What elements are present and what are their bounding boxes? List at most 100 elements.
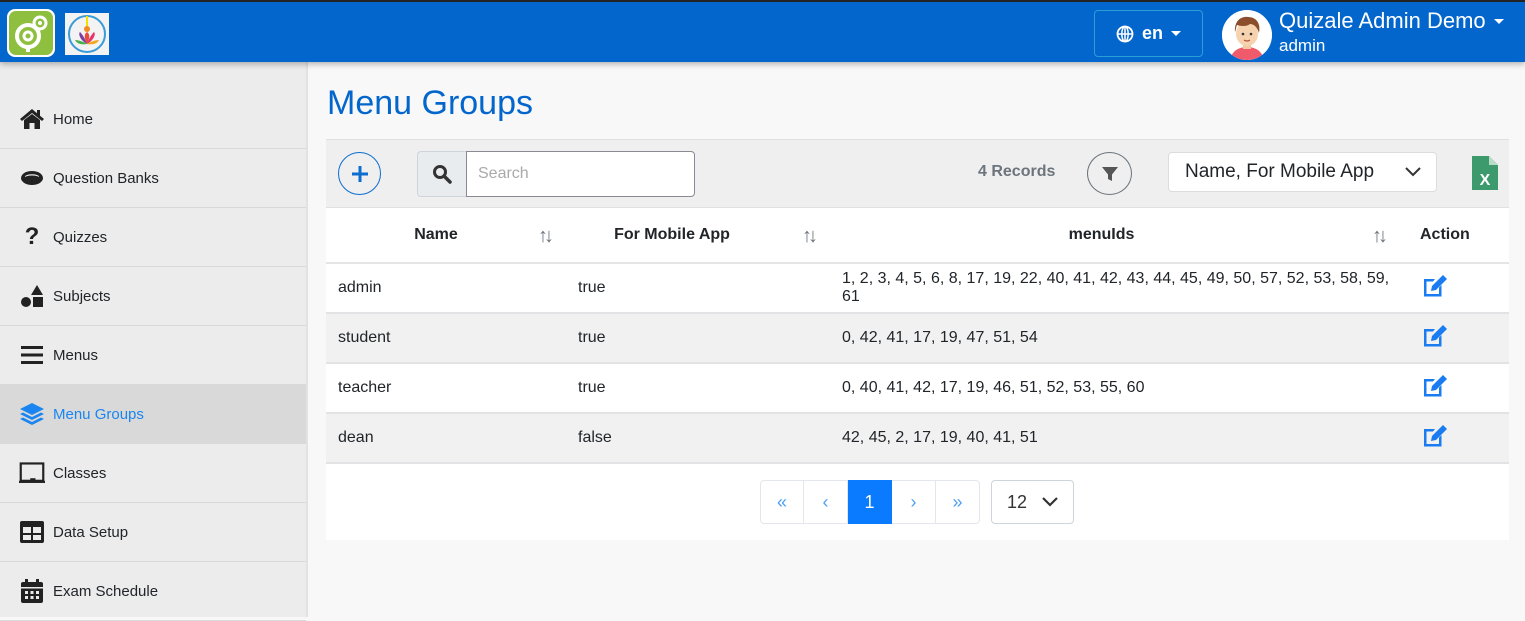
chalkboard-icon	[19, 460, 45, 486]
sort-icon[interactable]: ↑↓	[802, 225, 818, 248]
sidebar: Home Question Banks ? Quizzes Subjects M…	[0, 62, 308, 621]
app-logo[interactable]	[7, 9, 55, 57]
shapes-icon	[19, 283, 45, 309]
sort-icon[interactable]: ↑↓	[538, 225, 554, 248]
language-dropdown[interactable]: en	[1094, 10, 1203, 57]
sidebar-item-label: Data Setup	[53, 523, 129, 541]
excel-icon: X	[1472, 156, 1498, 190]
chevron-down-icon	[1042, 497, 1058, 507]
sidebar-item-label: Menu Groups	[53, 405, 144, 423]
sidebar-item-menu-groups[interactable]: Menu Groups	[0, 385, 306, 444]
next-page-button[interactable]: ›	[892, 480, 936, 524]
cell-menuids: 0, 42, 41, 17, 19, 47, 51, 54	[828, 313, 1405, 364]
quizale-logo-icon	[15, 15, 48, 52]
edit-icon[interactable]	[1422, 374, 1448, 398]
cell-action	[1405, 313, 1509, 364]
sidebar-item-classes[interactable]: Classes	[0, 444, 306, 503]
cell-action	[1405, 263, 1509, 314]
language-label: en	[1141, 23, 1163, 43]
table-header-row: Name ↑↓ For Mobile App ↑↓ menuIds ↑↓ Act…	[326, 208, 1509, 264]
sidebar-item-label: Exam Schedule	[53, 582, 159, 600]
table-row: admin true 1, 2, 3, 4, 5, 6, 8, 17, 19, …	[326, 263, 1509, 314]
search-icon[interactable]	[417, 151, 466, 197]
cell-menuids: 42, 45, 2, 17, 19, 40, 41, 51	[828, 413, 1405, 464]
ring-icon	[19, 165, 45, 191]
plus-icon	[351, 165, 368, 182]
sidebar-item-question-banks[interactable]: Question Banks	[0, 149, 306, 208]
column-header-for-mobile-app[interactable]: For Mobile App ↑↓	[566, 208, 828, 264]
prev-page-button[interactable]: ‹	[804, 480, 848, 524]
column-select[interactable]: Name, For Mobile App	[1168, 152, 1437, 192]
home-icon	[19, 106, 45, 132]
last-page-button[interactable]: »	[936, 480, 980, 524]
menu-groups-table: Name ↑↓ For Mobile App ↑↓ menuIds ↑↓ Act…	[326, 208, 1509, 464]
filter-button[interactable]	[1087, 152, 1132, 195]
page-size-value: 12	[1007, 491, 1028, 512]
sidebar-item-subjects[interactable]: Subjects	[0, 267, 306, 326]
sidebar-item-label: Subjects	[53, 287, 111, 305]
cell-menuids: 1, 2, 3, 4, 5, 6, 8, 17, 19, 22, 40, 41,…	[828, 263, 1405, 314]
table-row: student true 0, 42, 41, 17, 19, 47, 51, …	[326, 313, 1509, 364]
calendar-icon	[19, 578, 45, 604]
user-menu-toggle[interactable]: Quizale Admin Demo	[1279, 8, 1504, 34]
edit-icon[interactable]	[1422, 424, 1448, 448]
table-row: dean false 42, 45, 2, 17, 19, 40, 41, 51	[326, 413, 1509, 464]
sidebar-item-label: Classes	[53, 464, 107, 482]
cell-mobile: true	[566, 263, 828, 314]
sidebar-item-label: Menus	[53, 346, 99, 364]
cell-name: teacher	[326, 363, 566, 414]
user-name: Quizale Admin Demo	[1279, 8, 1486, 33]
question-icon: ?	[24, 223, 40, 250]
globe-icon	[1116, 25, 1134, 42]
table-row: teacher true 0, 40, 41, 42, 17, 19, 46, …	[326, 363, 1509, 414]
cell-name: dean	[326, 413, 566, 464]
column-header-name[interactable]: Name ↑↓	[326, 208, 566, 264]
sidebar-item-label: Quizzes	[53, 228, 108, 246]
lotus-logo-icon	[68, 15, 106, 53]
org-logo[interactable]	[65, 13, 109, 55]
cell-action	[1405, 363, 1509, 414]
page-title: Menu Groups	[327, 84, 533, 122]
bars-icon	[19, 342, 45, 368]
sort-icon[interactable]: ↑↓	[1372, 225, 1388, 248]
edit-icon[interactable]	[1422, 274, 1448, 298]
sidebar-item-home[interactable]: Home	[0, 90, 306, 149]
user-role: admin	[1279, 36, 1326, 55]
page-size-select[interactable]: 12	[991, 480, 1074, 524]
sidebar-item-label: Home	[53, 110, 94, 128]
svg-text:X: X	[1480, 172, 1491, 189]
layers-icon	[19, 401, 45, 427]
cell-mobile: false	[566, 413, 828, 464]
sidebar-item-menus[interactable]: Menus	[0, 326, 306, 385]
sidebar-item-data-setup[interactable]: Data Setup	[0, 503, 306, 562]
cell-name: student	[326, 313, 566, 364]
cell-action	[1405, 413, 1509, 464]
sidebar-item-label: Question Banks	[53, 169, 159, 187]
top-navbar: en Quizale Admin Demo admin	[0, 0, 1525, 62]
column-header-menuids[interactable]: menuIds ↑↓	[828, 208, 1405, 264]
filter-icon	[1101, 166, 1118, 181]
add-button[interactable]	[338, 152, 381, 195]
chevron-down-icon	[1405, 167, 1421, 177]
menu-groups-panel: 4 Records Name, For Mobile App X Name ↑↓…	[326, 139, 1509, 540]
cell-menuids: 0, 40, 41, 42, 17, 19, 46, 51, 52, 53, 5…	[828, 363, 1405, 414]
caret-down-icon	[1493, 18, 1504, 24]
column-header-action: Action	[1405, 208, 1509, 264]
table-icon	[19, 519, 45, 545]
cell-mobile: true	[566, 313, 828, 364]
first-page-button[interactable]: «	[760, 480, 804, 524]
user-avatar[interactable]	[1222, 10, 1272, 60]
pagination: « ‹ 1 › »	[760, 480, 980, 524]
sidebar-item-exam-schedule[interactable]: Exam Schedule	[0, 562, 306, 621]
records-count: 4 Records	[978, 163, 1056, 180]
search-group	[417, 151, 695, 197]
caret-down-icon	[1171, 31, 1181, 36]
search-input[interactable]	[466, 151, 695, 197]
cell-mobile: true	[566, 363, 828, 414]
column-select-value: Name, For Mobile App	[1185, 161, 1375, 182]
export-excel-button[interactable]: X	[1472, 156, 1498, 190]
page-1-button[interactable]: 1	[848, 480, 892, 524]
toolbar: 4 Records Name, For Mobile App X	[326, 139, 1509, 208]
sidebar-item-quizzes[interactable]: ? Quizzes	[0, 208, 306, 267]
edit-icon[interactable]	[1422, 324, 1448, 348]
